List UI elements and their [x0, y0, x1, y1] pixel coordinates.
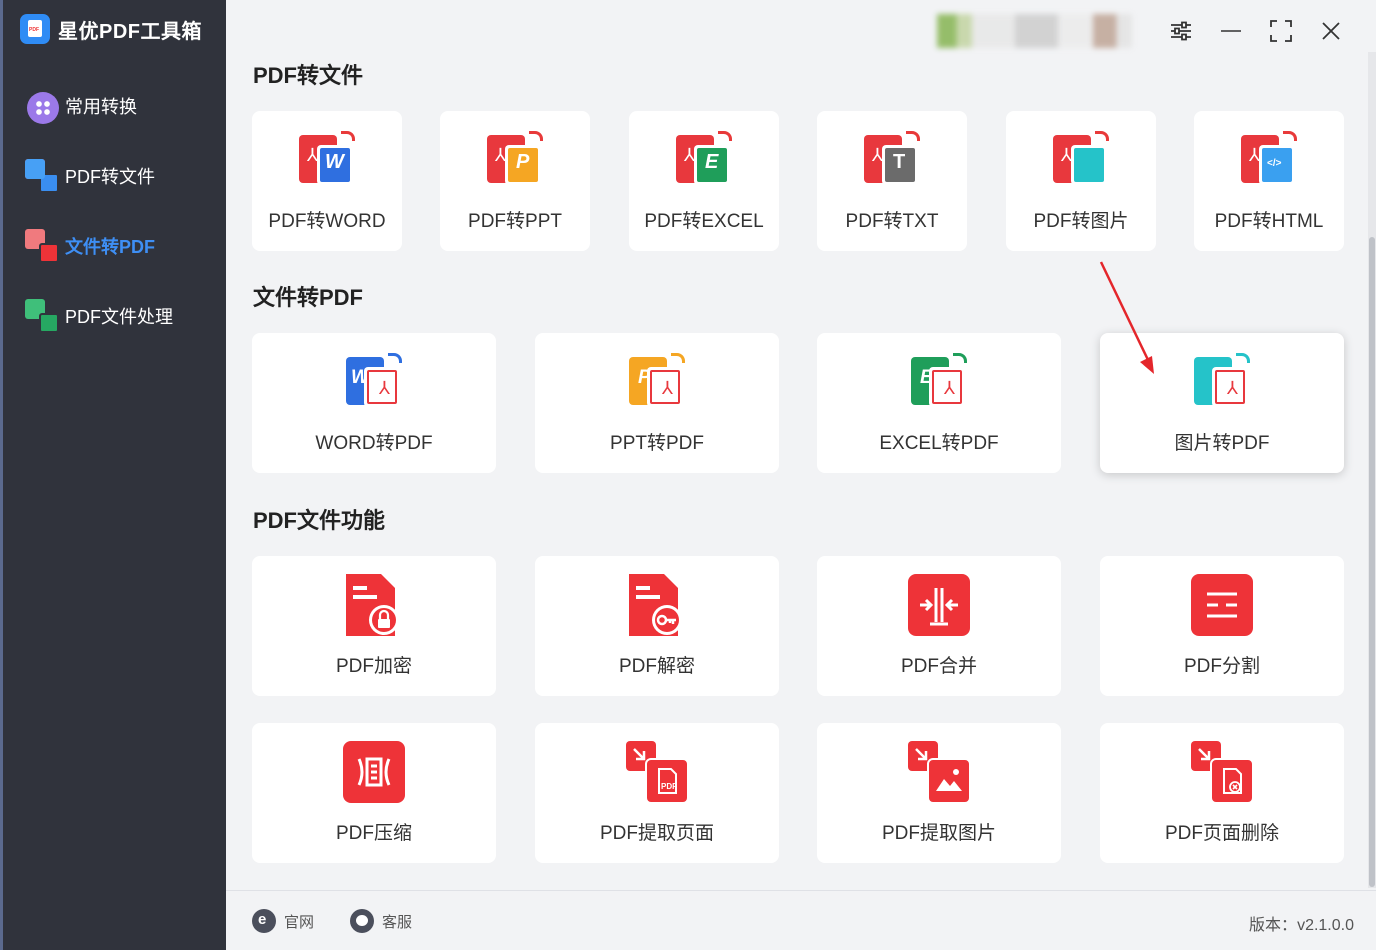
card-pdf-split[interactable]: PDF分割 — [1100, 556, 1344, 696]
merge-icon — [908, 574, 970, 636]
pdf-to-word-icon: ⅄ W — [299, 131, 355, 189]
card-excel-to-pdf[interactable]: E ⅄ EXCEL转PDF — [817, 333, 1061, 473]
card-label: PDF合并 — [900, 656, 977, 677]
section-title-pdf-functions: PDF文件功能 — [253, 508, 386, 533]
apps-icon — [25, 89, 59, 124]
extract-images-icon — [908, 741, 971, 804]
section-title-file-to-pdf: 文件转PDF — [253, 285, 364, 310]
card-pdf-to-html[interactable]: ⅄ </> PDF转HTML — [1194, 111, 1344, 251]
pdf-to-image-icon: ⅄ — [1053, 131, 1109, 189]
sidebar-item-label: 文件转PDF — [65, 237, 155, 257]
pdf-to-file-icon — [25, 159, 59, 193]
minimize-button[interactable] — [1206, 14, 1256, 48]
compress-icon — [343, 741, 405, 803]
sidebar-item-label: PDF文件处理 — [65, 307, 173, 327]
sidebar-item-pdf-process[interactable]: PDF文件处理 — [25, 296, 173, 336]
sidebar-item-file-to-pdf[interactable]: 文件转PDF — [25, 226, 173, 266]
card-pdf-to-ppt[interactable]: ⅄ P PDF转PPT — [440, 111, 590, 251]
card-label: 图片转PDF — [1174, 433, 1270, 454]
key-icon — [626, 574, 688, 636]
word-to-pdf-icon: W ⅄ — [346, 353, 402, 411]
app-logo-icon — [20, 14, 50, 44]
card-label: PDF转TXT — [845, 211, 939, 232]
split-icon — [1191, 574, 1253, 636]
card-pdf-extract-images[interactable]: PDF提取图片 — [817, 723, 1061, 863]
card-label: PDF转HTML — [1214, 211, 1324, 232]
card-label: EXCEL转PDF — [879, 433, 999, 454]
sidebar-nav: 常用转换 PDF转文件 文件转PDF PDF文件处理 — [25, 86, 173, 366]
card-label: PDF提取页面 — [599, 823, 714, 844]
ppt-to-pdf-icon: P ⅄ — [629, 353, 685, 411]
website-link[interactable]: e 官网 — [252, 909, 314, 933]
sidebar-item-label: PDF转文件 — [65, 167, 155, 187]
svg-text:PDF: PDF — [661, 782, 677, 791]
card-label: PDF转WORD — [268, 211, 386, 232]
card-label: WORD转PDF — [315, 433, 433, 454]
pdf-to-html-icon: ⅄ </> — [1241, 131, 1297, 189]
settings-button[interactable] — [1156, 14, 1206, 48]
card-label: PDF压缩 — [335, 823, 412, 844]
sliders-icon — [1171, 21, 1191, 41]
version-number: v2.1.0.0 — [1297, 917, 1354, 934]
app-window: 星优PDF工具箱 常用转换 PDF转文件 文件转PDF — [3, 0, 1376, 950]
card-label: PDF加密 — [335, 656, 412, 677]
image-to-pdf-icon: ⅄ — [1194, 353, 1250, 411]
pdf-to-txt-icon: ⅄ T — [864, 131, 920, 189]
title-bar-controls — [937, 14, 1356, 48]
minimize-icon — [1221, 30, 1241, 32]
excel-to-pdf-icon: E ⅄ — [911, 353, 967, 411]
card-word-to-pdf[interactable]: W ⅄ WORD转PDF — [252, 333, 496, 473]
card-pdf-extract-pages[interactable]: PDF PDF提取页面 — [535, 723, 779, 863]
card-pdf-decrypt[interactable]: PDF解密 — [535, 556, 779, 696]
ie-globe-icon: e — [252, 909, 276, 933]
scrollbar-thumb[interactable] — [1369, 237, 1375, 887]
maximize-button[interactable] — [1256, 14, 1306, 48]
sidebar: 星优PDF工具箱 常用转换 PDF转文件 文件转PDF — [3, 0, 226, 950]
delete-pages-icon — [1191, 741, 1254, 804]
card-label: PDF提取图片 — [881, 823, 996, 844]
brand: 星优PDF工具箱 — [20, 14, 202, 44]
status-bar: e 官网 客服 版本：v2.1.0.0 — [226, 890, 1376, 950]
close-icon — [1322, 22, 1340, 40]
pdf-to-ppt-icon: ⅄ P — [487, 131, 543, 189]
extract-pages-icon: PDF — [626, 741, 689, 804]
support-link[interactable]: 客服 — [350, 909, 412, 933]
website-label: 官网 — [284, 913, 315, 931]
card-label: PDF转图片 — [1033, 211, 1129, 232]
card-label: PDF转EXCEL — [644, 211, 764, 232]
pdf-process-icon — [25, 299, 59, 333]
card-pdf-encrypt[interactable]: PDF加密 — [252, 556, 496, 696]
sidebar-item-pdf-to-file[interactable]: PDF转文件 — [25, 156, 173, 196]
card-label: PPT转PDF — [610, 433, 704, 454]
close-button[interactable] — [1306, 14, 1356, 48]
main-content: PDF转文件 ⅄ W PDF转WORD ⅄ P PDF转PPT ⅄ E PDF转… — [226, 0, 1376, 950]
card-pdf-to-word[interactable]: ⅄ W PDF转WORD — [252, 111, 402, 251]
card-pdf-compress[interactable]: PDF压缩 — [252, 723, 496, 863]
support-label: 客服 — [382, 913, 413, 931]
card-pdf-delete-pages[interactable]: PDF页面删除 — [1100, 723, 1344, 863]
card-label: PDF转PPT — [468, 211, 562, 232]
card-label: PDF分割 — [1183, 656, 1260, 677]
scrollbar[interactable] — [1368, 52, 1376, 888]
maximize-icon — [1270, 20, 1292, 42]
card-pdf-to-txt[interactable]: ⅄ T PDF转TXT — [817, 111, 967, 251]
card-ppt-to-pdf[interactable]: P ⅄ PPT转PDF — [535, 333, 779, 473]
user-account-blurred[interactable] — [937, 14, 1132, 48]
chat-bubble-icon — [350, 909, 374, 933]
sidebar-item-label: 常用转换 — [65, 97, 137, 117]
version-label: 版本： — [1249, 917, 1298, 934]
lock-icon — [343, 574, 405, 636]
card-label: PDF解密 — [618, 656, 695, 677]
sidebar-item-common[interactable]: 常用转换 — [25, 86, 173, 126]
section-title-pdf-to-file: PDF转文件 — [253, 63, 364, 88]
card-pdf-merge[interactable]: PDF合并 — [817, 556, 1061, 696]
pdf-to-excel-icon: ⅄ E — [676, 131, 732, 189]
app-name: 星优PDF工具箱 — [58, 20, 202, 43]
card-label: PDF页面删除 — [1164, 823, 1279, 844]
version-info: 版本：v2.1.0.0 — [1249, 911, 1354, 935]
card-pdf-to-image[interactable]: ⅄ PDF转图片 — [1006, 111, 1156, 251]
card-image-to-pdf[interactable]: ⅄ 图片转PDF — [1100, 333, 1344, 473]
card-pdf-to-excel[interactable]: ⅄ E PDF转EXCEL — [629, 111, 779, 251]
file-to-pdf-icon — [25, 229, 59, 263]
